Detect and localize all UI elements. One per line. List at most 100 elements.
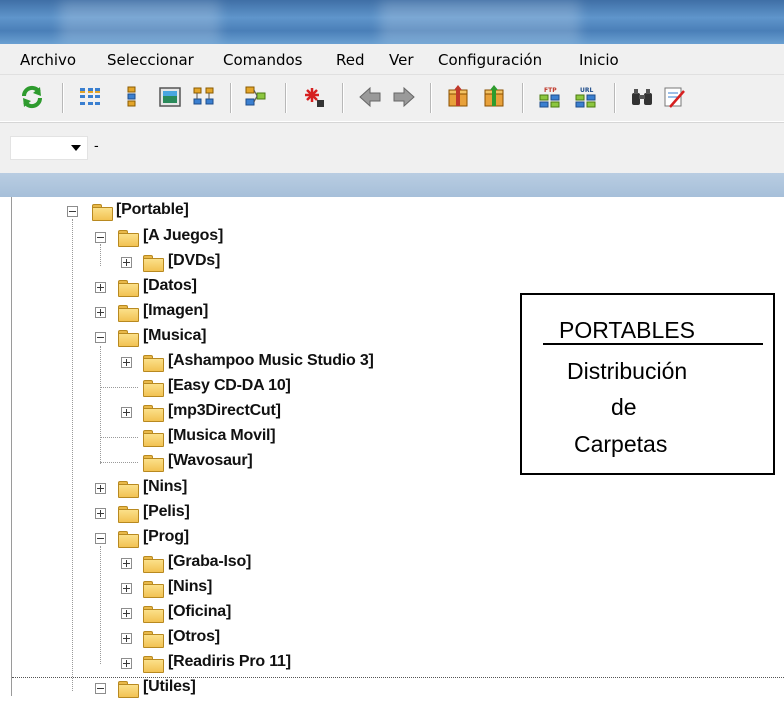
brief-view-icon[interactable]	[78, 85, 102, 109]
window-title-bar[interactable]	[0, 0, 784, 44]
refresh-icon[interactable]	[20, 85, 44, 109]
tree-item-label: [mp3DirectCut]	[168, 402, 281, 419]
folder-icon	[117, 330, 139, 347]
folder-icon	[91, 204, 113, 221]
unpack-icon[interactable]	[482, 85, 506, 109]
menu-bar: Archivo Seleccionar Comandos Red Ver Con…	[0, 44, 784, 75]
tree-connector-line	[100, 462, 138, 463]
multi-rename-icon[interactable]	[662, 85, 686, 109]
folder-icon	[142, 631, 164, 648]
tree-item-label: [Wavosaur]	[168, 452, 253, 469]
collapse-icon[interactable]	[95, 232, 106, 243]
tree-item-label: [Easy CD-DA 10]	[168, 377, 291, 394]
folder-icon	[117, 280, 139, 297]
toolbar-separator	[285, 83, 287, 113]
folder-icon	[117, 531, 139, 548]
annotation-line: de	[611, 394, 637, 420]
menu-red[interactable]: Red	[336, 51, 365, 69]
pack-icon[interactable]	[446, 85, 470, 109]
folder-icon	[142, 606, 164, 623]
expand-icon[interactable]	[121, 257, 132, 268]
tree-connector-line	[100, 244, 101, 266]
thumbnail-view-icon[interactable]	[158, 85, 182, 109]
panel-left-border	[11, 197, 12, 696]
toolbar-separator	[342, 83, 344, 113]
tree-item-label: [Musica Movil]	[168, 427, 276, 444]
tree-connector-line	[100, 346, 101, 464]
annotation-box: PORTABLES Distribución de Carpetas	[520, 293, 775, 475]
collapse-icon[interactable]	[95, 533, 106, 544]
tree-view-icon[interactable]	[192, 85, 216, 109]
folder-icon	[142, 380, 164, 397]
drive-bar: -	[0, 122, 784, 173]
path-header[interactable]	[0, 173, 784, 197]
tree-item-label: [Readiris Pro 11]	[168, 653, 291, 670]
menu-seleccionar[interactable]: Seleccionar	[107, 51, 194, 69]
dropdown-arrow-icon[interactable]	[71, 145, 81, 151]
detailed-view-icon[interactable]	[120, 85, 144, 109]
new-file-icon[interactable]	[302, 85, 326, 109]
folder-icon	[117, 481, 139, 498]
tree-item-label: [Otros]	[168, 628, 220, 645]
annotation-title: PORTABLES	[559, 317, 695, 343]
toolbar-separator	[614, 83, 616, 113]
expand-icon[interactable]	[95, 483, 106, 494]
folder-icon	[117, 681, 139, 698]
toolbar: FTP URL	[0, 75, 784, 121]
tree-item-label: [Datos]	[143, 277, 197, 294]
expand-icon[interactable]	[121, 357, 132, 368]
url-label: URL	[580, 87, 593, 94]
folder-icon	[117, 305, 139, 322]
tree-item-label: [Utiles]	[143, 678, 196, 695]
collapse-icon[interactable]	[95, 332, 106, 343]
drive-selector[interactable]	[10, 136, 88, 160]
tree-item-label: [Graba-Iso]	[168, 553, 252, 570]
expand-icon[interactable]	[121, 583, 132, 594]
folder-icon	[142, 405, 164, 422]
url-connect-icon[interactable]: URL	[574, 85, 598, 109]
folder-icon	[142, 656, 164, 673]
expand-icon[interactable]	[95, 508, 106, 519]
expand-icon[interactable]	[95, 282, 106, 293]
expand-icon[interactable]	[121, 658, 132, 669]
collapse-icon[interactable]	[95, 683, 106, 694]
ftp-label: FTP	[544, 87, 557, 94]
compare-icon[interactable]	[244, 85, 268, 109]
folder-icon	[142, 355, 164, 372]
tree-connector-line	[72, 219, 73, 691]
tree-item-label: [Nins]	[143, 478, 188, 495]
drive-info: -	[94, 137, 99, 153]
folder-icon	[117, 230, 139, 247]
expand-icon[interactable]	[121, 633, 132, 644]
menu-configuracion[interactable]: Configuración	[438, 51, 542, 69]
expand-icon[interactable]	[121, 558, 132, 569]
forward-icon[interactable]	[392, 85, 416, 109]
tree-item-label: [Musica]	[143, 327, 207, 344]
expand-icon[interactable]	[95, 307, 106, 318]
ftp-connect-icon[interactable]: FTP	[538, 85, 562, 109]
tree-item-label: [Prog]	[143, 528, 189, 545]
menu-comandos[interactable]: Comandos	[223, 51, 302, 69]
search-icon[interactable]	[630, 85, 654, 109]
annotation-line: Distribución	[567, 358, 688, 384]
back-icon[interactable]	[358, 85, 382, 109]
annotation-underline	[543, 343, 763, 345]
menu-inicio[interactable]: Inicio	[579, 51, 619, 69]
tree-item-label: [Oficina]	[168, 603, 232, 620]
folder-icon	[142, 455, 164, 472]
folder-icon	[117, 506, 139, 523]
expand-icon[interactable]	[121, 608, 132, 619]
folder-icon	[142, 581, 164, 598]
folder-icon	[142, 430, 164, 447]
tree-item-label: [Nins]	[168, 578, 213, 595]
expand-icon[interactable]	[121, 407, 132, 418]
tree-item-label: [Ashampoo Music Studio 3]	[168, 352, 374, 369]
toolbar-separator	[522, 83, 524, 113]
toolbar-separator	[62, 83, 64, 113]
collapse-icon[interactable]	[67, 206, 78, 217]
tree-connector-line	[100, 387, 138, 388]
toolbar-separator	[430, 83, 432, 113]
folder-icon	[142, 556, 164, 573]
menu-archivo[interactable]: Archivo	[20, 51, 76, 69]
menu-ver[interactable]: Ver	[389, 51, 414, 69]
